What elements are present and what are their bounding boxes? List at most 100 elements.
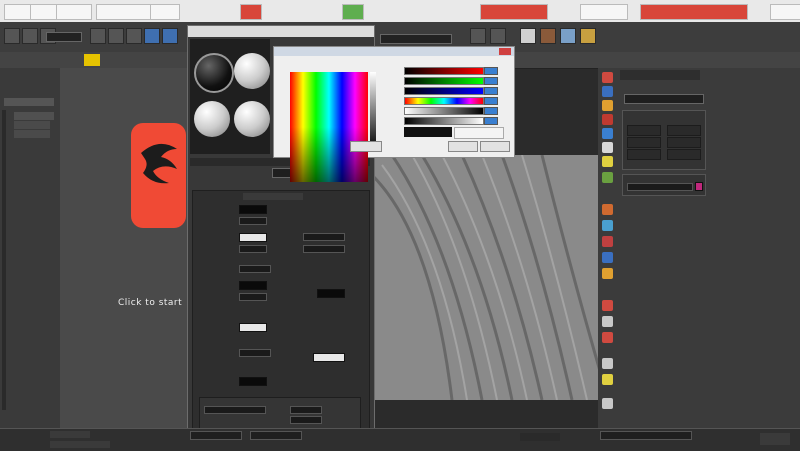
move-icon[interactable]	[108, 28, 124, 44]
name-field[interactable]	[627, 183, 693, 191]
toolbar-icon[interactable]	[470, 28, 486, 44]
tool-icon[interactable]	[602, 300, 613, 311]
spinner[interactable]	[484, 97, 498, 105]
reflect-param-field[interactable]	[303, 233, 345, 241]
tab-row[interactable]	[620, 70, 700, 80]
max-logo-icon[interactable]	[4, 28, 20, 44]
tool-icon[interactable]	[602, 128, 613, 139]
saturation-slider[interactable]	[404, 107, 484, 115]
named-selection-field[interactable]	[380, 34, 452, 44]
spinner[interactable]	[484, 67, 498, 75]
cancel-button[interactable]	[480, 141, 510, 152]
object-button[interactable]	[667, 149, 701, 160]
blackness-bar[interactable]	[370, 72, 376, 150]
tool-icon[interactable]	[602, 332, 613, 343]
render-icon[interactable]	[560, 28, 576, 44]
spinner[interactable]	[484, 117, 498, 125]
list-item[interactable]	[14, 112, 54, 120]
reflect-param-field[interactable]	[303, 245, 345, 253]
refract-swatch[interactable]	[239, 281, 267, 290]
hue-whiteness-field[interactable]	[290, 72, 368, 182]
taskbar-tab[interactable]	[56, 4, 92, 20]
object-color-swatch[interactable]	[695, 182, 703, 191]
reflect-swatch[interactable]	[239, 233, 267, 242]
undo-icon[interactable]	[22, 28, 38, 44]
tool-icon[interactable]	[602, 316, 613, 327]
taskbar-tab[interactable]	[240, 4, 262, 20]
cloth-viewport[interactable]	[372, 155, 604, 400]
viewport-left[interactable]	[60, 68, 190, 428]
sample-sphere[interactable]	[234, 101, 270, 137]
fog-color-swatch[interactable]	[317, 289, 345, 298]
time-config[interactable]	[600, 431, 692, 440]
anisotropy-field[interactable]	[290, 406, 322, 414]
toolbar-icon[interactable]	[490, 28, 506, 44]
sss-color-swatch[interactable]	[313, 353, 345, 362]
reset-button[interactable]	[350, 141, 382, 152]
close-icon[interactable]	[770, 4, 800, 20]
roughness-field[interactable]	[239, 217, 267, 225]
object-button[interactable]	[667, 125, 701, 136]
menu-item[interactable]	[44, 54, 74, 66]
scale-icon[interactable]	[144, 28, 160, 44]
sample-sphere-selected[interactable]	[194, 53, 234, 93]
object-button[interactable]	[667, 137, 701, 148]
rollout-header[interactable]	[243, 193, 303, 200]
tool-icon[interactable]	[602, 172, 613, 183]
bulb-icon[interactable]	[84, 54, 100, 66]
value-slider[interactable]	[404, 117, 484, 125]
coordinate-field[interactable]	[190, 431, 242, 440]
rotation-field[interactable]	[290, 416, 322, 424]
sample-sphere[interactable]	[194, 101, 230, 137]
tool-icon[interactable]	[602, 114, 613, 125]
tool-icon[interactable]	[602, 374, 613, 385]
tool-icon[interactable]	[602, 86, 613, 97]
select-icon[interactable]	[90, 28, 106, 44]
coordinate-field[interactable]	[250, 431, 302, 440]
object-button[interactable]	[627, 137, 661, 148]
tool-icon[interactable]	[602, 100, 613, 111]
translucency-swatch[interactable]	[239, 323, 267, 332]
render-icon[interactable]	[540, 28, 556, 44]
taskbar-tab[interactable]	[640, 4, 748, 20]
taskbar-tab[interactable]	[580, 4, 628, 20]
rotate-icon[interactable]	[126, 28, 142, 44]
playback-controls[interactable]	[520, 433, 560, 441]
taskbar-tab[interactable]	[480, 4, 548, 20]
refract-glossiness-field[interactable]	[239, 293, 267, 301]
tool-icon[interactable]	[602, 204, 613, 215]
list-item[interactable]	[14, 121, 50, 129]
object-button[interactable]	[627, 149, 661, 160]
tool-icon[interactable]	[602, 156, 613, 167]
sss-field[interactable]	[239, 349, 271, 357]
taskbar-tab[interactable]	[96, 4, 152, 20]
render-icon[interactable]	[580, 28, 596, 44]
object-button[interactable]	[627, 125, 661, 136]
tool-icon[interactable]	[602, 142, 613, 153]
click-to-start-label[interactable]: Click to start	[118, 298, 182, 308]
tool-icon[interactable]	[602, 236, 613, 247]
material-sphere-icon[interactable]	[520, 28, 536, 44]
hue-slider[interactable]	[404, 97, 484, 105]
tool-icon[interactable]	[602, 268, 613, 279]
taskbar-tab[interactable]	[342, 4, 364, 20]
red-slider[interactable]	[404, 67, 484, 75]
diffuse-swatch[interactable]	[239, 205, 267, 214]
sample-sphere[interactable]	[234, 53, 270, 89]
brdf-dropdown[interactable]	[239, 265, 271, 273]
close-icon[interactable]	[499, 48, 511, 55]
green-slider[interactable]	[404, 77, 484, 85]
spinner[interactable]	[484, 87, 498, 95]
modifier-list[interactable]	[624, 94, 704, 104]
tool-icon[interactable]	[602, 398, 613, 409]
tool-icon[interactable]	[602, 358, 613, 369]
tool-icon[interactable]	[602, 252, 613, 263]
brdf-type-dropdown[interactable]	[204, 406, 266, 414]
taskbar-tab[interactable]	[150, 4, 180, 20]
ok-button[interactable]	[448, 141, 478, 152]
spinner[interactable]	[484, 77, 498, 85]
viewport-nav-icon[interactable]	[760, 433, 790, 445]
list-item[interactable]	[14, 130, 50, 138]
blue-slider[interactable]	[404, 87, 484, 95]
tool-icon[interactable]	[602, 72, 613, 83]
